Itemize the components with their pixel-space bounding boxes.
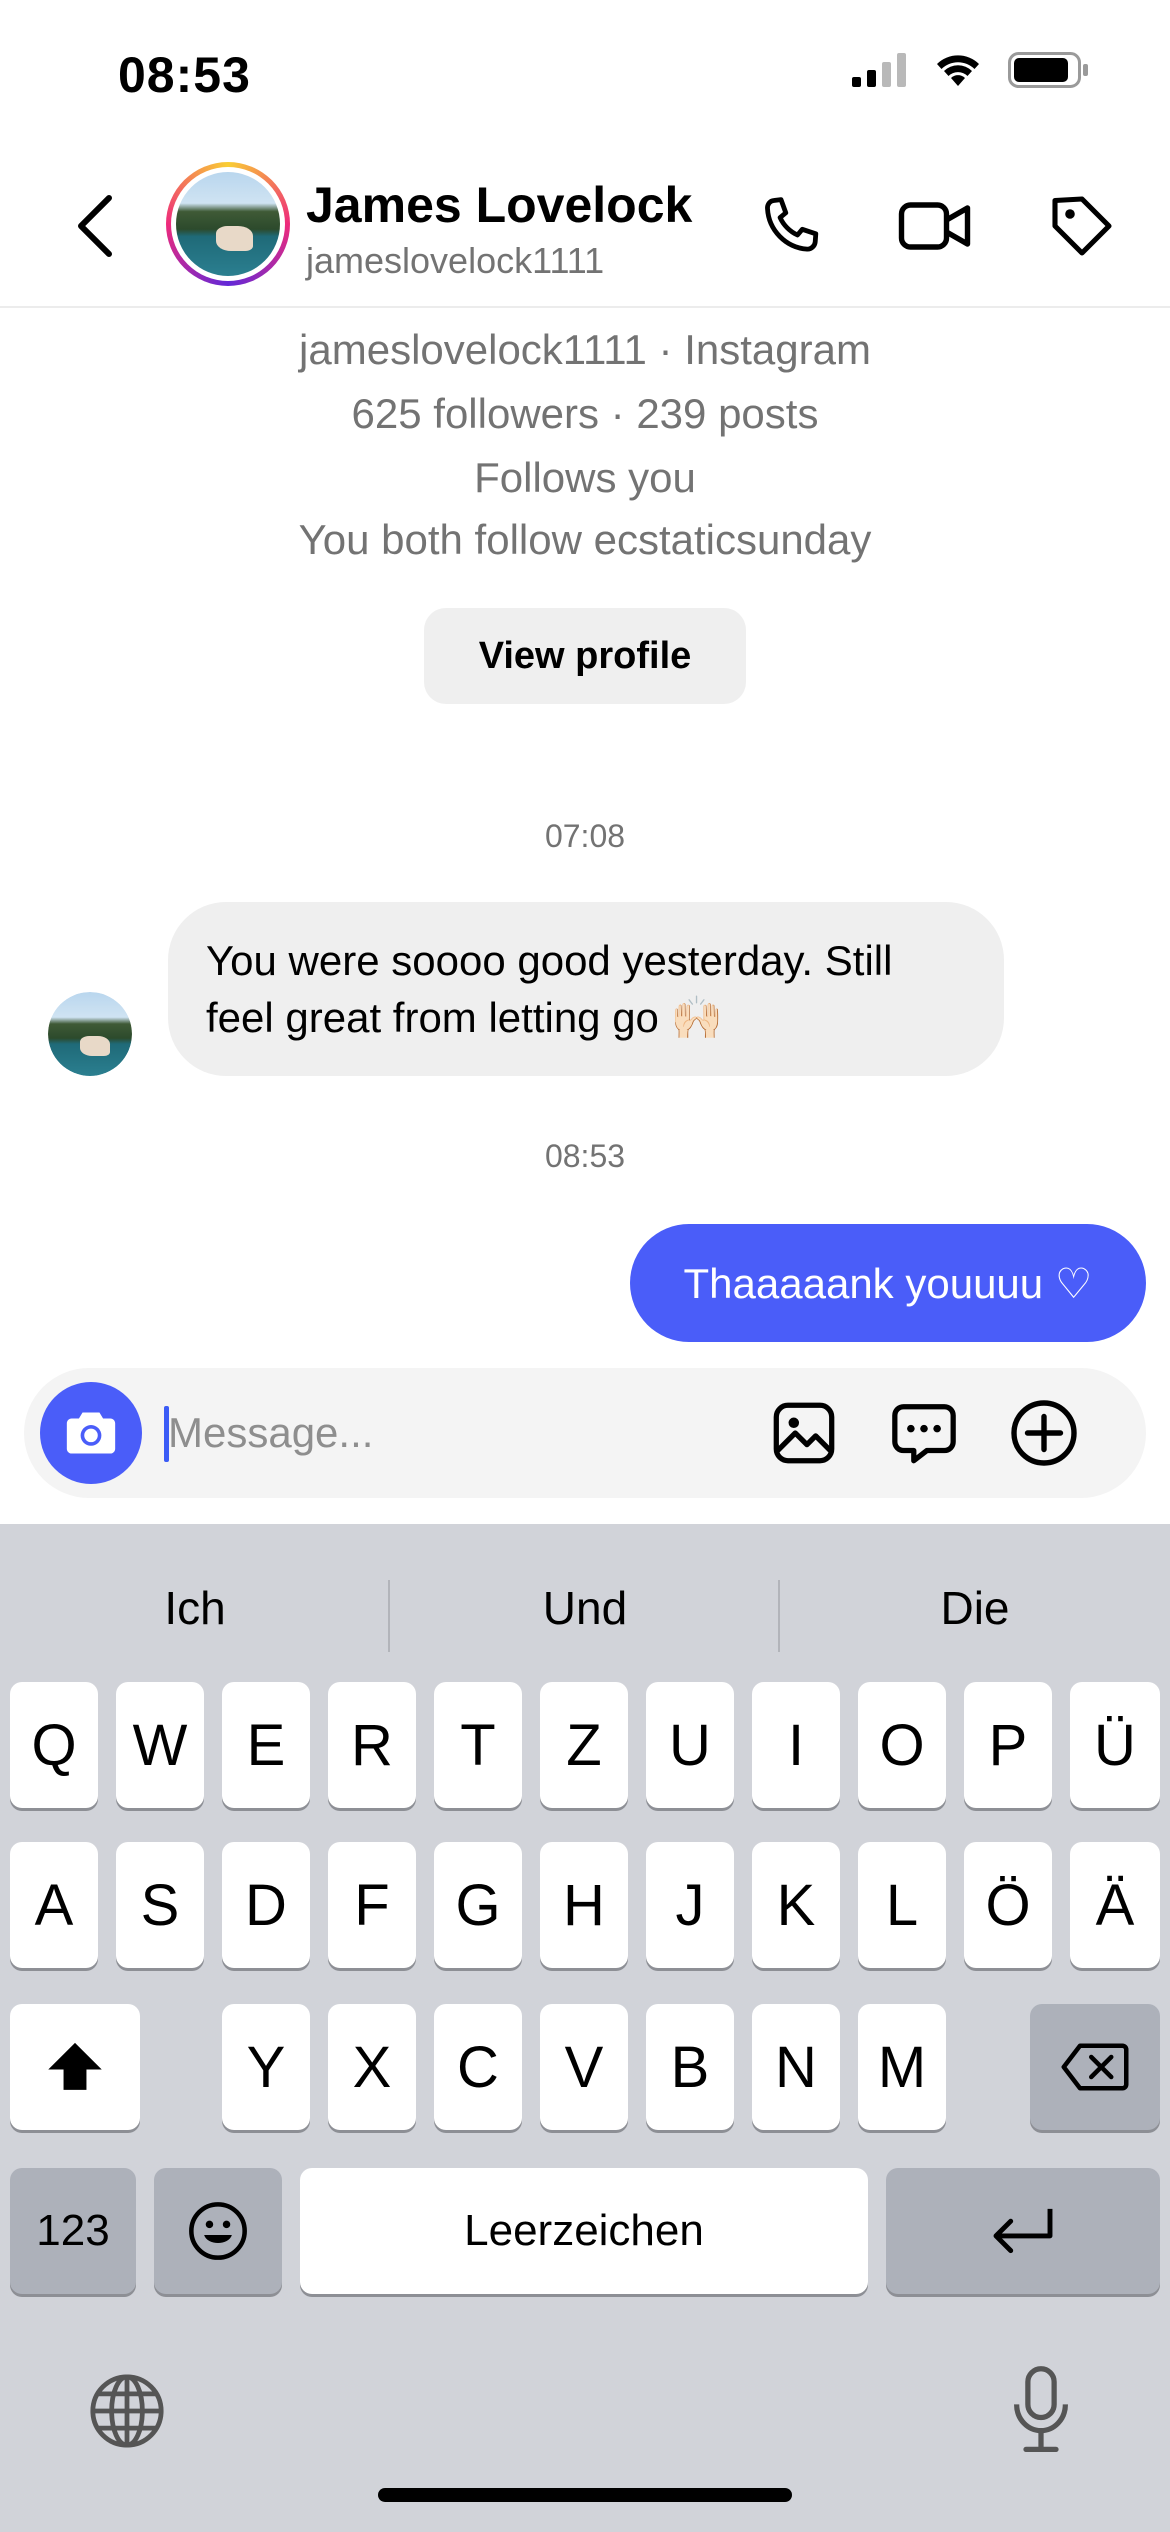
backspace-key[interactable] bbox=[1030, 2004, 1160, 2130]
mutual-follow-text: You both follow ecstaticsunday bbox=[298, 516, 872, 563]
key-t[interactable]: T bbox=[434, 1682, 522, 1808]
signal-icon bbox=[852, 53, 908, 92]
suggestion-1[interactable]: Ich bbox=[0, 1560, 390, 1656]
back-button[interactable] bbox=[70, 190, 120, 262]
incoming-message-bubble[interactable]: You were soooo good yesterday. Still fee… bbox=[168, 902, 1004, 1076]
status-icons bbox=[852, 52, 1090, 93]
avatar-image bbox=[48, 992, 132, 1076]
suggestion-bar: Ich Und Die bbox=[0, 1560, 1170, 1656]
key-d[interactable]: D bbox=[222, 1842, 310, 1968]
contact-username[interactable]: jameslovelock1111 bbox=[306, 240, 604, 282]
key-r[interactable]: R bbox=[328, 1682, 416, 1808]
message-input[interactable] bbox=[168, 1398, 768, 1468]
key-m[interactable]: M bbox=[858, 2004, 946, 2130]
return-key[interactable] bbox=[886, 2168, 1160, 2294]
message-text-line: You were soooo good yesterday. Still bbox=[206, 937, 893, 984]
shift-icon bbox=[48, 2042, 102, 2090]
key-h[interactable]: H bbox=[540, 1842, 628, 1968]
status-bar: 08:53 bbox=[0, 0, 1170, 150]
profile-stats: 625 followers · 239 posts bbox=[351, 390, 819, 437]
key-f[interactable]: F bbox=[328, 1842, 416, 1968]
header-avatar[interactable] bbox=[166, 162, 290, 286]
key-c[interactable]: C bbox=[434, 2004, 522, 2130]
view-profile-button[interactable]: View profile bbox=[424, 608, 746, 704]
gallery-icon bbox=[773, 1402, 835, 1464]
follows-you-text: Follows you bbox=[474, 454, 696, 501]
return-icon bbox=[993, 2208, 1053, 2254]
suggestion-3[interactable]: Die bbox=[780, 1560, 1170, 1656]
space-key[interactable]: Leerzeichen bbox=[300, 2168, 868, 2294]
key-g[interactable]: G bbox=[434, 1842, 522, 1968]
avatar-image bbox=[176, 172, 280, 276]
key-y[interactable]: Y bbox=[222, 2004, 310, 2130]
key-k[interactable]: K bbox=[752, 1842, 840, 1968]
key-z[interactable]: Z bbox=[540, 1682, 628, 1808]
gallery-button[interactable] bbox=[766, 1395, 842, 1471]
key-e[interactable]: E bbox=[222, 1682, 310, 1808]
key-u-umlaut[interactable]: Ü bbox=[1070, 1682, 1160, 1808]
key-u[interactable]: U bbox=[646, 1682, 734, 1808]
tag-icon bbox=[1052, 196, 1112, 256]
sender-avatar[interactable] bbox=[48, 992, 132, 1076]
sticker-chat-icon bbox=[892, 1404, 956, 1464]
message-text: Thaaaaank youuuu ♡ bbox=[683, 1259, 1093, 1307]
keyboard: Ich Und Die Q W E R T Z U I O P Ü A S D … bbox=[0, 1524, 1170, 2532]
globe-icon bbox=[90, 2374, 164, 2448]
tag-button[interactable] bbox=[1042, 186, 1122, 266]
microphone-icon bbox=[1014, 2366, 1068, 2452]
chat-header: James Lovelock jameslovelock1111 bbox=[0, 150, 1170, 308]
camera-button[interactable] bbox=[40, 1382, 142, 1484]
back-icon bbox=[78, 195, 112, 257]
battery-icon bbox=[1008, 52, 1090, 93]
emoji-key[interactable] bbox=[154, 2168, 282, 2294]
key-q[interactable]: Q bbox=[10, 1682, 98, 1808]
message-timestamp: 08:53 bbox=[544, 1138, 626, 1174]
key-o[interactable]: O bbox=[858, 1682, 946, 1808]
emoji-icon bbox=[189, 2202, 247, 2260]
suggestion-2[interactable]: Und bbox=[390, 1560, 780, 1656]
message-text-line: feel great from letting go 🙌🏻 bbox=[206, 994, 723, 1041]
globe-button[interactable] bbox=[82, 2366, 172, 2456]
contact-name[interactable]: James Lovelock bbox=[306, 176, 692, 234]
phone-icon bbox=[765, 197, 819, 252]
video-call-button[interactable] bbox=[896, 186, 976, 266]
key-v[interactable]: V bbox=[540, 2004, 628, 2130]
key-i[interactable]: I bbox=[752, 1682, 840, 1808]
plus-icon bbox=[1011, 1400, 1077, 1466]
video-icon bbox=[898, 202, 971, 250]
key-a[interactable]: A bbox=[10, 1842, 98, 1968]
key-x[interactable]: X bbox=[328, 2004, 416, 2130]
numbers-key[interactable]: 123 bbox=[10, 2168, 136, 2294]
dictation-button[interactable] bbox=[996, 2362, 1086, 2458]
key-l[interactable]: L bbox=[858, 1842, 946, 1968]
profile-username-source: jameslovelock1111 · Instagram bbox=[299, 326, 871, 373]
camera-icon bbox=[66, 1412, 116, 1454]
sticker-chat-button[interactable] bbox=[886, 1395, 962, 1471]
status-time: 08:53 bbox=[118, 47, 251, 103]
outgoing-message-bubble[interactable]: Thaaaaank youuuu ♡ bbox=[630, 1224, 1146, 1342]
key-s[interactable]: S bbox=[116, 1842, 204, 1968]
key-j[interactable]: J bbox=[646, 1842, 734, 1968]
audio-call-button[interactable] bbox=[750, 186, 830, 266]
shift-key[interactable] bbox=[10, 2004, 140, 2130]
home-indicator[interactable] bbox=[378, 2488, 792, 2502]
key-w[interactable]: W bbox=[116, 1682, 204, 1808]
key-n[interactable]: N bbox=[752, 2004, 840, 2130]
backspace-icon bbox=[1061, 2043, 1129, 2091]
message-composer bbox=[24, 1368, 1146, 1498]
message-timestamp: 07:08 bbox=[544, 818, 626, 854]
more-options-button[interactable] bbox=[1006, 1395, 1082, 1471]
key-a-umlaut[interactable]: Ä bbox=[1070, 1842, 1160, 1968]
key-p[interactable]: P bbox=[964, 1682, 1052, 1808]
wifi-icon bbox=[934, 52, 982, 93]
key-o-umlaut[interactable]: Ö bbox=[964, 1842, 1052, 1968]
key-b[interactable]: B bbox=[646, 2004, 734, 2130]
